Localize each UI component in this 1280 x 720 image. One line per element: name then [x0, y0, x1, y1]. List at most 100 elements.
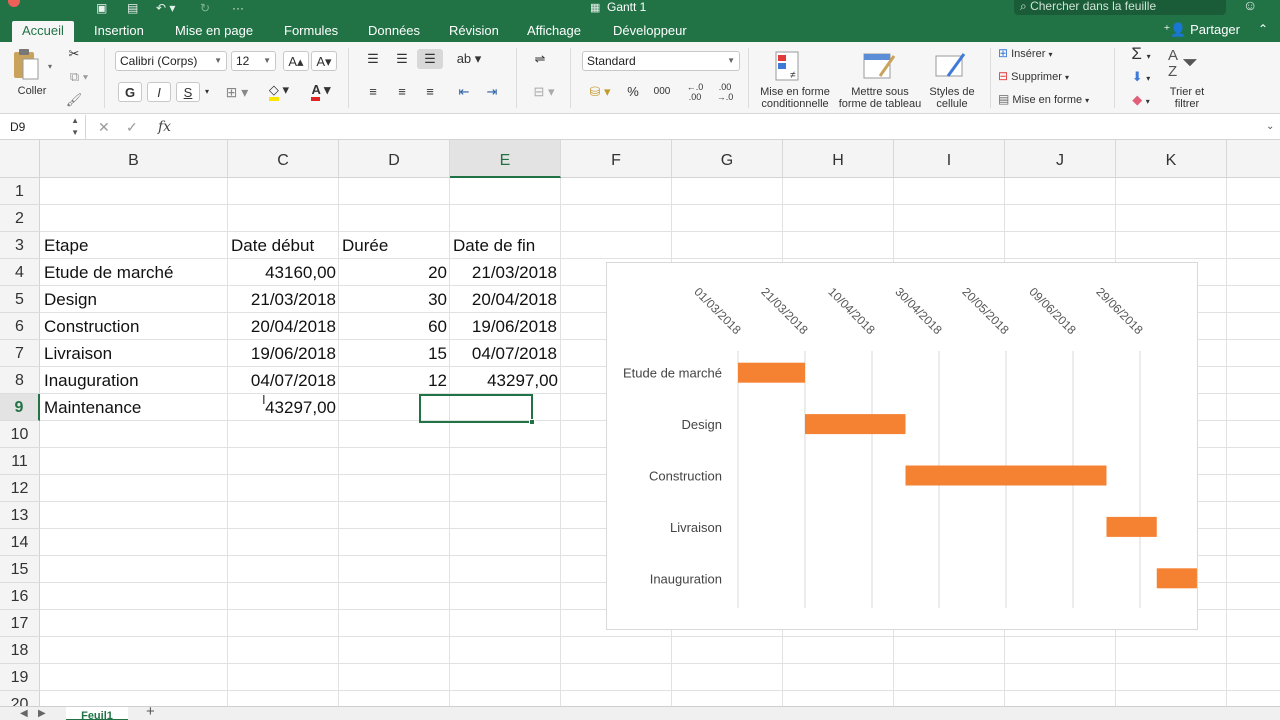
merge-cells-icon[interactable]: ⊟ ▾: [527, 82, 561, 102]
cancel-formula-icon[interactable]: ✕: [98, 117, 110, 137]
previous-sheet-icon[interactable]: ◀: [20, 707, 28, 720]
cell-b7[interactable]: Livraison: [44, 340, 112, 367]
row-header-2[interactable]: 2: [0, 205, 40, 232]
fill-icon[interactable]: ⬇ ▾: [1124, 67, 1158, 87]
add-sheet-button[interactable]: +: [146, 704, 155, 720]
align-center-icon[interactable]: ≡: [389, 82, 415, 102]
row-header-8[interactable]: 8: [0, 367, 40, 394]
row-header-4[interactable]: 4: [0, 259, 40, 286]
sort-filter-button[interactable]: AZ ⏷ Trier et filtrer: [1162, 48, 1212, 112]
tab-affichage[interactable]: Affichage: [517, 21, 591, 42]
redo-icon[interactable]: ↻: [200, 1, 210, 15]
customize-toolbar-icon[interactable]: ···: [232, 1, 244, 15]
cell-e6[interactable]: 19/06/2018: [450, 313, 557, 340]
text-orientation-icon[interactable]: ab ▾: [452, 49, 486, 69]
row-header-3[interactable]: 3: [0, 232, 40, 259]
column-header-g[interactable]: G: [672, 140, 783, 178]
gantt-bar[interactable]: [1156, 568, 1197, 589]
number-format-select[interactable]: Standard ▼: [582, 51, 740, 71]
row-header-10[interactable]: 10: [0, 421, 40, 448]
cell-d3[interactable]: Durée: [342, 232, 388, 259]
gantt-bar[interactable]: [738, 362, 805, 383]
autosum-icon[interactable]: Σ ▾: [1124, 44, 1158, 64]
align-top-icon[interactable]: ☰: [360, 49, 386, 69]
row-header-7[interactable]: 7: [0, 340, 40, 367]
fill-handle[interactable]: [529, 419, 535, 425]
column-header-k[interactable]: K: [1116, 140, 1227, 178]
select-all-corner[interactable]: [0, 140, 40, 178]
gantt-bar[interactable]: [805, 414, 906, 435]
search-box[interactable]: ⌕: [1014, 0, 1226, 15]
sheet-tab-feuil1[interactable]: Feuil1: [66, 707, 128, 720]
row-header-9[interactable]: 9: [0, 394, 40, 421]
decrease-decimal-icon[interactable]: .00 →.0: [712, 82, 738, 102]
format-painter-icon[interactable]: 🖌: [64, 90, 84, 110]
italic-button[interactable]: I: [147, 82, 171, 102]
underline-dropdown-icon[interactable]: ▾: [202, 82, 212, 102]
increase-indent-icon[interactable]: ⇥: [480, 82, 504, 102]
cell-d7[interactable]: 15: [339, 340, 447, 367]
cell-d8[interactable]: 12: [339, 367, 447, 394]
column-header-i[interactable]: I: [894, 140, 1005, 178]
insert-cells-button[interactable]: ⊞ Insérer ▾: [998, 46, 1108, 64]
align-bottom-icon[interactable]: ☰: [417, 49, 443, 69]
accounting-format-icon[interactable]: ⛁ ▾: [582, 82, 618, 102]
align-middle-icon[interactable]: ☰: [389, 49, 415, 69]
format-cells-button[interactable]: ▤ Mise en forme ▾: [998, 92, 1108, 110]
row-header-11[interactable]: 11: [0, 448, 40, 475]
row-header-13[interactable]: 13: [0, 502, 40, 529]
percent-style-button[interactable]: %: [622, 82, 644, 102]
font-size-select[interactable]: 12 ▼: [231, 51, 276, 71]
conditional-format-button[interactable]: ≠ Mise en forme conditionnelle: [756, 48, 834, 112]
copy-icon[interactable]: ⧉ ▾: [64, 67, 94, 87]
tab-developpeur[interactable]: Développeur: [603, 21, 697, 42]
sidebar-icon[interactable]: ▣: [96, 1, 107, 15]
row-header-5[interactable]: 5: [0, 286, 40, 313]
font-name-select[interactable]: Calibri (Corps) ▼: [115, 51, 227, 71]
column-header-h[interactable]: H: [783, 140, 894, 178]
cell-c8[interactable]: 04/07/2018: [228, 367, 336, 394]
cell-b5[interactable]: Design: [44, 286, 97, 313]
cell-b6[interactable]: Construction: [44, 313, 139, 340]
cell-c9[interactable]: 43297,00: [228, 394, 336, 421]
increase-decimal-icon[interactable]: ←.0.00: [682, 82, 708, 102]
row-header-19[interactable]: 19: [0, 664, 40, 691]
borders-icon[interactable]: ⊞ ▾: [220, 82, 254, 102]
search-input[interactable]: [1030, 0, 1211, 13]
cell-c6[interactable]: 20/04/2018: [228, 313, 336, 340]
expand-formula-bar-icon[interactable]: ⌄: [1266, 117, 1274, 137]
cell-b9[interactable]: Maintenance: [44, 394, 141, 421]
tab-insertion[interactable]: Insertion: [84, 21, 154, 42]
decrease-indent-icon[interactable]: ⇤: [452, 82, 476, 102]
cell-e8[interactable]: 43297,00: [450, 367, 558, 394]
insert-function-icon[interactable]: fx: [158, 117, 171, 137]
row-header-1[interactable]: 1: [0, 178, 40, 205]
cell-styles-button[interactable]: Styles de cellule: [926, 48, 978, 112]
cell-d4[interactable]: 20: [339, 259, 447, 286]
fill-color-icon[interactable]: ◇ ▾: [262, 80, 296, 101]
column-header-e[interactable]: E: [450, 140, 561, 178]
tab-revision[interactable]: Révision: [439, 21, 509, 42]
gantt-bar[interactable]: [905, 465, 1107, 486]
gantt-chart[interactable]: 01/03/2018 21/03/2018 10/04/2018 30/04/2018…: [606, 262, 1198, 630]
decrease-font-size-button[interactable]: A▾: [311, 51, 337, 71]
row-header-12[interactable]: 12: [0, 475, 40, 502]
clear-icon[interactable]: ◆ ▾: [1124, 90, 1158, 110]
align-left-icon[interactable]: ≡: [360, 82, 386, 102]
share-button[interactable]: ⁺👤 Partager: [1163, 21, 1240, 38]
tab-donnees[interactable]: Données: [358, 21, 430, 42]
undo-icon[interactable]: ↶ ▾: [156, 1, 175, 15]
cell-e5[interactable]: 20/04/2018: [450, 286, 557, 313]
column-header-b[interactable]: B: [40, 140, 228, 178]
next-sheet-icon[interactable]: ▶: [38, 707, 46, 720]
format-as-table-button[interactable]: Mettre sous forme de tableau: [836, 48, 924, 112]
row-header-20[interactable]: 20: [0, 691, 40, 706]
cell-c3[interactable]: Date début: [231, 232, 314, 259]
cell-e4[interactable]: 21/03/2018: [450, 259, 557, 286]
cell-d5[interactable]: 30: [339, 286, 447, 313]
column-header-c[interactable]: C: [228, 140, 339, 178]
active-cell-selection[interactable]: [419, 394, 533, 423]
cell-e3[interactable]: Date de fin: [453, 232, 535, 259]
cell-e7[interactable]: 04/07/2018: [450, 340, 557, 367]
column-header-j[interactable]: J: [1005, 140, 1116, 178]
